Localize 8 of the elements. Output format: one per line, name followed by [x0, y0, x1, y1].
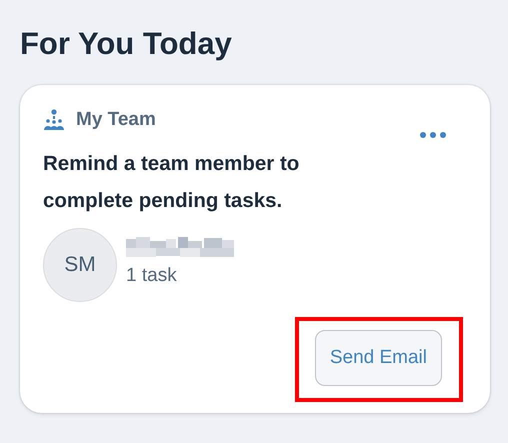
category-label: My Team [76, 109, 156, 131]
page-title: For You Today [20, 26, 233, 62]
avatar-initials: SM [43, 228, 117, 302]
team-icon [43, 109, 65, 131]
send-email-button[interactable]: Send Email [314, 330, 442, 386]
task-count: 1 task [126, 265, 178, 287]
card-headline: Remind a team member to complete pending tasks. [43, 151, 300, 214]
more-icon [420, 132, 446, 138]
